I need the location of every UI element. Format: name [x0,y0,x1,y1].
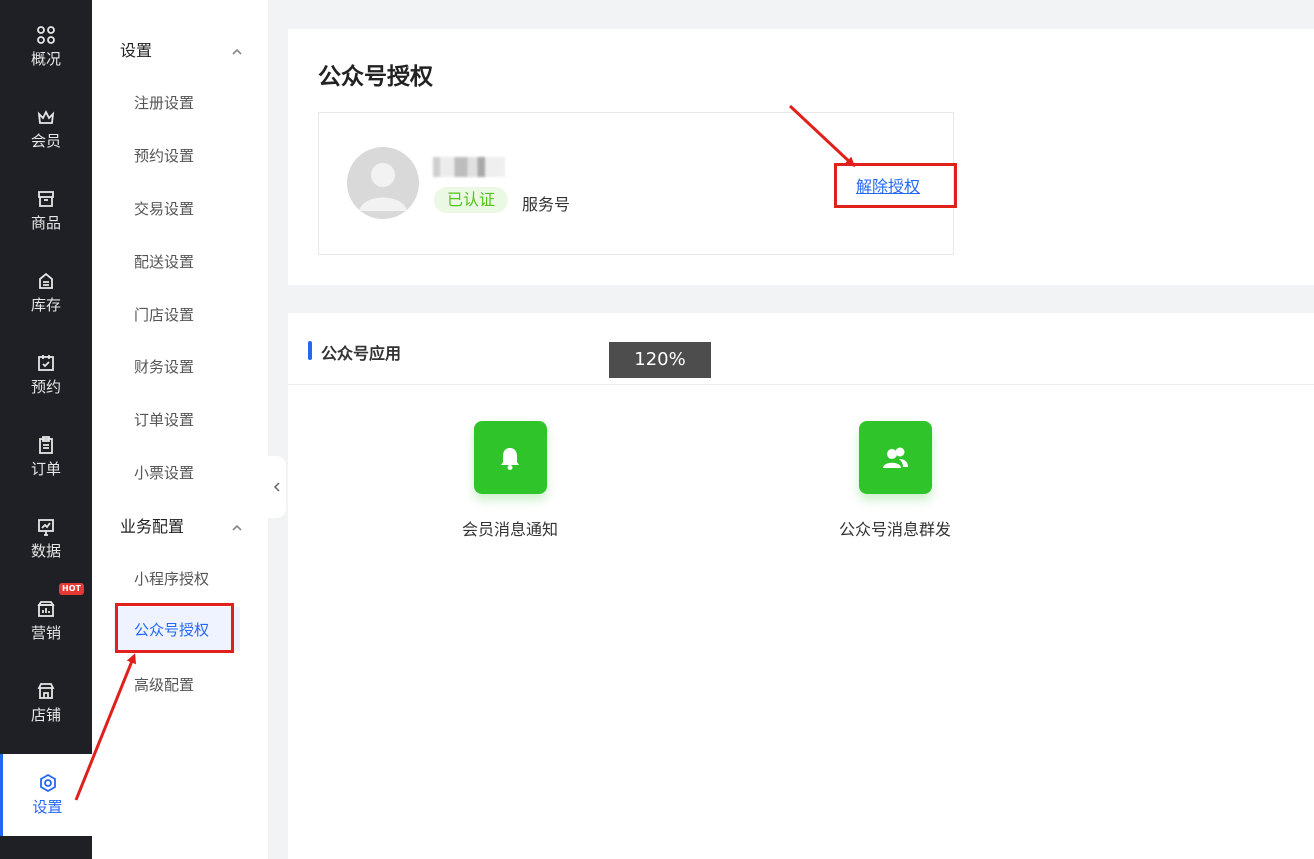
hot-badge: HOT [59,583,84,595]
chevron-left-icon [273,482,280,492]
store-icon [36,681,56,701]
menu-item-label: 小票设置 [134,463,195,482]
menu-item-label: 交易设置 [134,199,195,218]
menu-item-label: 预约设置 [134,146,195,165]
section-accent-bar [308,341,312,360]
menu-item-receipt-settings[interactable]: 小票设置 [114,450,240,494]
menu-item-label: 公众号授权 [134,620,210,639]
verified-badge: 已认证 [434,187,509,213]
nav-label: 商品 [30,214,61,232]
nav-store[interactable]: 店铺 [0,662,92,744]
menu-item-advanced-config[interactable]: 高级配置 [114,662,240,706]
dashboard-icon [36,25,56,45]
menu-group-business[interactable]: 业务配置 [92,505,268,545]
menu-item-label: 高级配置 [134,675,195,694]
menu-group-settings[interactable]: 设置 [92,29,268,69]
shop-box-icon [36,189,56,209]
menu-item-miniprogram-auth[interactable]: 小程序授权 [114,556,240,600]
calendar-check-icon [36,353,56,373]
app-tile [473,421,547,494]
nav-data[interactable]: 数据 [0,498,92,580]
menu-item-label: 订单设置 [134,410,195,429]
nav-label: 会员 [30,132,61,150]
app-label: 会员消息通知 [461,520,558,539]
account-type: 服务号 [522,195,571,214]
section-divider [288,384,1314,385]
menu-item-finance-settings[interactable]: 财务设置 [114,344,240,388]
bell-icon [501,447,519,470]
nav-label: 库存 [30,296,61,314]
collapse-menu-button[interactable] [268,456,286,518]
menu-item-label: 注册设置 [134,93,195,112]
nav-label: 概况 [30,50,61,68]
menu-item-register-settings[interactable]: 注册设置 [114,80,240,124]
settings-submenu: 设置 注册设置 预约设置 交易设置 配送设置 门店设置 财务设置 订单设置 小票… [92,0,268,859]
annotation-highlight-revoke [834,163,957,208]
account-name-blurred [433,157,505,177]
menu-item-delivery-settings[interactable]: 配送设置 [114,239,240,283]
nav-settings[interactable]: 设置 [0,754,92,836]
menu-item-label: 财务设置 [134,357,195,376]
menu-item-store-settings[interactable]: 门店设置 [114,292,240,336]
nav-inventory[interactable]: 库存 [0,252,92,334]
nav-marketing[interactable]: HOT 营销 [0,580,92,662]
menu-group-title: 设置 [120,41,153,60]
nav-orders[interactable]: 订单 [0,416,92,498]
menu-item-label: 门店设置 [134,305,195,324]
nav-members[interactable]: 会员 [0,88,92,170]
settings-icon [38,773,58,793]
nav-booking[interactable]: 预约 [0,334,92,416]
zoom-indicator: 120% [609,342,711,378]
menu-group-title: 业务配置 [120,517,185,536]
default-avatar-icon [347,147,419,219]
nav-label: 店铺 [30,706,61,724]
page-title: 公众号授权 [318,64,433,90]
marketing-icon [36,599,56,619]
nav-label: 预约 [30,378,61,396]
clipboard-icon [36,435,56,455]
official-account-apps-card: 公众号应用 120% 会员消息通知 公众号消息群发 [288,313,1314,859]
menu-item-label: 配送设置 [134,252,195,271]
nav-label: 营销 [30,624,61,642]
chevron-up-icon [232,42,242,55]
menu-item-booking-settings[interactable]: 预约设置 [114,133,240,177]
official-account-auth-card: 公众号授权 已认证 服务号 解除授权 [288,29,1314,285]
nav-overview[interactable]: 概况 [0,6,92,88]
app-tile [858,421,932,494]
avatar [347,147,419,219]
menu-item-order-settings[interactable]: 订单设置 [114,397,240,441]
nav-label: 设置 [32,798,63,816]
section-title: 公众号应用 [321,344,402,363]
app-label: 公众号消息群发 [838,520,951,539]
inventory-icon [36,271,56,291]
menu-item-label: 小程序授权 [134,569,210,588]
app-mass-message[interactable]: 公众号消息群发 [825,421,965,540]
chevron-up-icon [232,518,242,531]
nav-products[interactable]: 商品 [0,170,92,252]
nav-label: 订单 [30,460,61,478]
users-icon [883,447,908,468]
crown-icon [36,107,56,127]
main-nav-rail: 概况 会员 商品 库存 预约 订单 数据 HOT 营销 店铺 设置 [0,0,92,859]
nav-label: 数据 [30,542,61,560]
menu-item-trade-settings[interactable]: 交易设置 [114,186,240,230]
chart-icon [36,517,56,537]
app-member-notification[interactable]: 会员消息通知 [440,421,580,540]
